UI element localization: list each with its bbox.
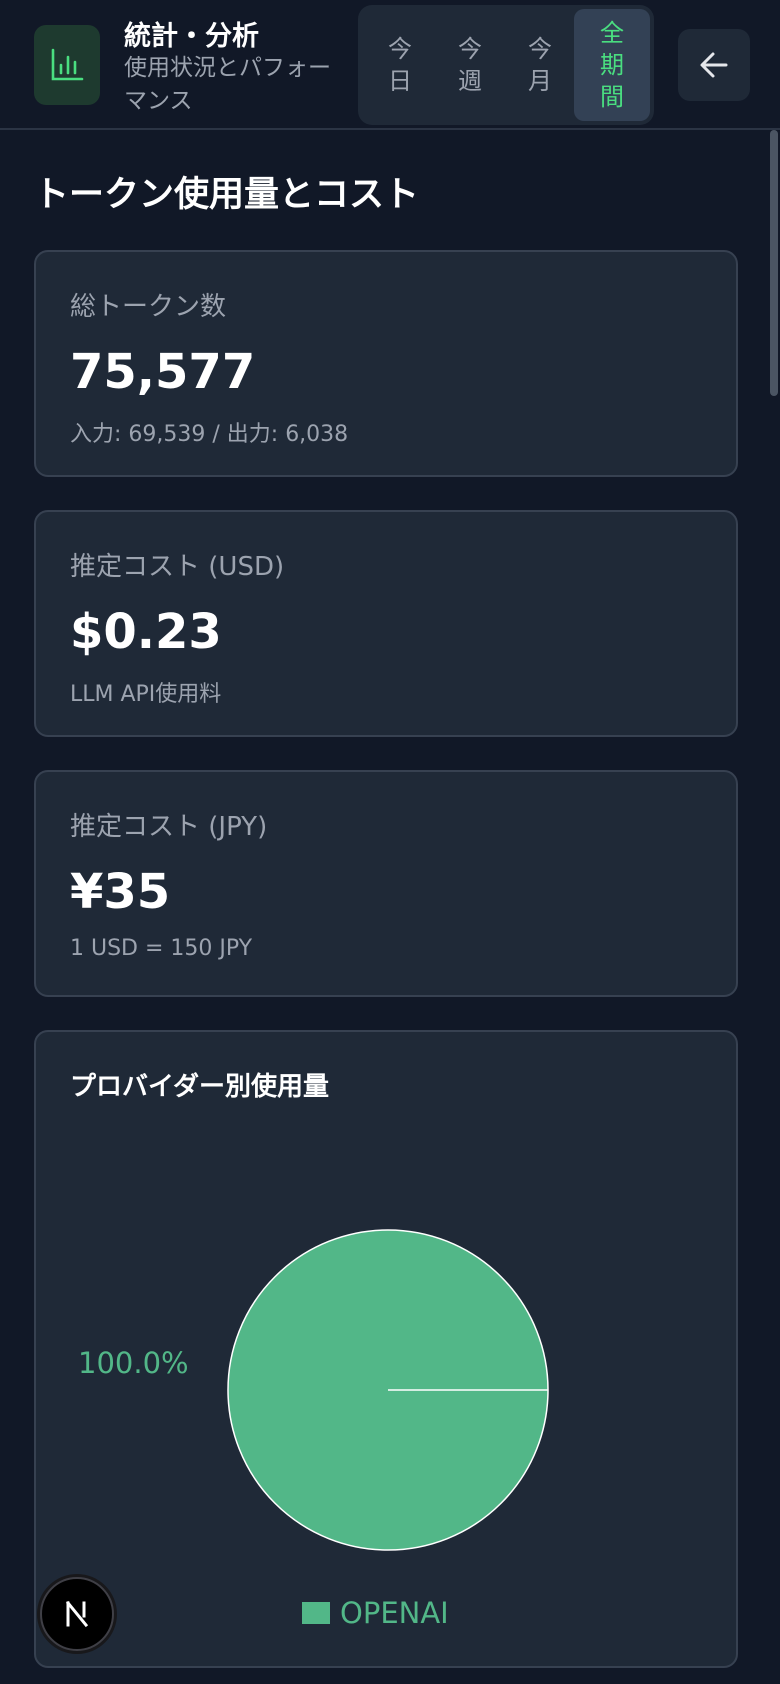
period-week-button[interactable]: 今週 xyxy=(438,5,502,125)
card-subtext: LLM API使用料 xyxy=(70,682,222,707)
card-label: 推定コスト (JPY) xyxy=(70,812,268,842)
section-title: トークン使用量とコスト xyxy=(34,175,420,215)
pie-slice-label: 100.0% xyxy=(78,1346,189,1380)
legend-label: OPENAI xyxy=(340,1596,449,1630)
card-label: 総トークン数 xyxy=(70,292,227,322)
card-label: 推定コスト (USD) xyxy=(70,552,285,582)
period-month-button[interactable]: 今月 xyxy=(508,5,572,125)
card-subtext: 1 USD = 150 JPY xyxy=(70,936,253,961)
card-subtext: 入力: 69,539 / 出力: 6,038 xyxy=(70,422,349,447)
header: 統計・分析 使用状況とパフォーマンス 今日 今週 今月 全期間 xyxy=(0,0,780,130)
cost-jpy-card: 推定コスト (JPY) ¥35 1 USD = 150 JPY xyxy=(34,770,738,997)
scrollbar-thumb[interactable] xyxy=(770,130,778,396)
cost-usd-card: 推定コスト (USD) $0.23 LLM API使用料 xyxy=(34,510,738,737)
chart-title: プロバイダー別使用量 xyxy=(70,1072,329,1102)
period-all-button[interactable]: 全期間 xyxy=(574,9,650,121)
page-subtitle: 使用状況とパフォーマンス xyxy=(124,55,331,114)
back-button[interactable] xyxy=(678,29,750,101)
provider-usage-card: プロバイダー別使用量 100.0% OPENAI xyxy=(34,1030,738,1668)
card-value: $0.23 xyxy=(70,604,222,660)
period-selector: 今日 今週 今月 全期間 xyxy=(358,5,654,125)
total-tokens-card: 総トークン数 75,577 入力: 69,539 / 出力: 6,038 xyxy=(34,250,738,477)
bar-chart-icon xyxy=(34,25,100,105)
nextjs-icon[interactable] xyxy=(40,1577,114,1651)
scrollbar[interactable] xyxy=(768,130,780,1684)
chart-legend: OPENAI xyxy=(302,1596,449,1630)
card-value: 75,577 xyxy=(70,344,256,400)
legend-swatch xyxy=(302,1602,330,1624)
arrow-left-icon xyxy=(700,52,728,78)
card-value: ¥35 xyxy=(70,864,171,920)
page-title: 統計・分析 xyxy=(124,21,259,52)
pie-chart xyxy=(227,1229,549,1551)
period-today-button[interactable]: 今日 xyxy=(368,5,432,125)
